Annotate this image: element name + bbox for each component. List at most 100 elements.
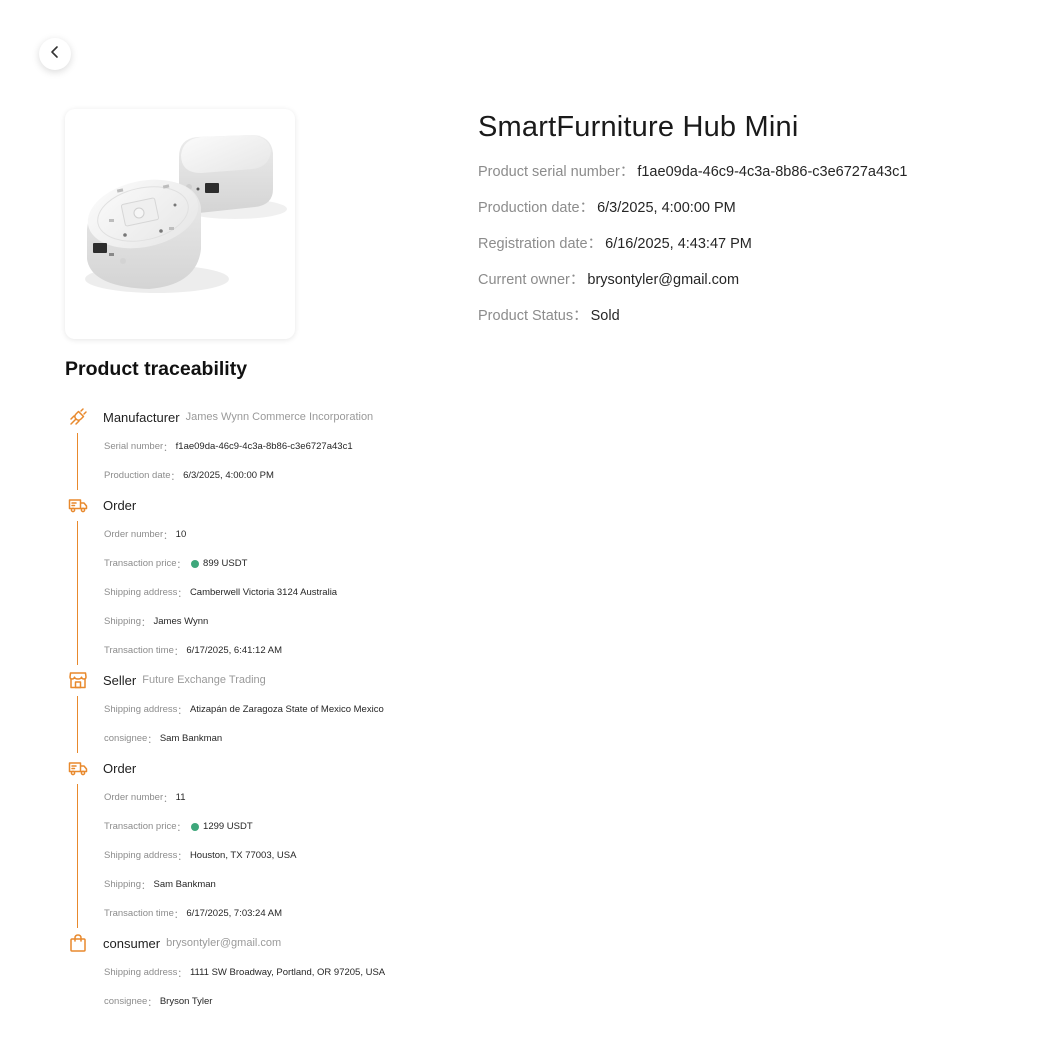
timeline-line	[77, 521, 78, 665]
product-title: SmartFurniture Hub Mini	[478, 111, 799, 143]
detail-row: Order number： 11	[104, 783, 485, 812]
info-label: Production date	[478, 200, 580, 216]
detail-row: Shipping： Sam Bankman	[104, 870, 485, 899]
info-row-registration-date: Registration date： 6/16/2025, 4:43:47 PM	[478, 234, 1018, 270]
timeline-step-seller: Seller Future Exchange Trading Shipping …	[65, 665, 485, 753]
timeline-step-header: consumer brysontyler@gmail.com	[65, 928, 485, 958]
separator: ：	[170, 471, 181, 483]
section-title-traceability: Product traceability	[65, 358, 248, 380]
separator: ：	[177, 968, 187, 980]
truck-icon	[67, 494, 89, 516]
detail-row: Shipping address： Houston, TX 77003, USA	[104, 841, 485, 870]
separator: ：	[177, 588, 187, 600]
detail-label: Order number	[104, 529, 164, 540]
usdt-coin-icon	[191, 822, 200, 831]
detail-row: consignee： Sam Bankman	[104, 724, 485, 753]
detail-value: 899 USDT	[203, 558, 248, 569]
info-row-serial-number: Product serial number： f1ae09da-46c9-4c3a…	[478, 162, 1018, 198]
detail-value: Houston, TX 77003, USA	[189, 850, 297, 861]
detail-label: Serial number	[104, 441, 164, 452]
detail-label: Shipping address	[104, 704, 178, 715]
detail-row: Transaction time： 6/17/2025, 6:41:12 AM	[104, 636, 485, 665]
separator: ：	[587, 236, 603, 252]
separator: ：	[176, 822, 187, 834]
separator: ：	[173, 646, 184, 658]
separator: ：	[569, 272, 585, 288]
timeline-step-order: Order Order number： 11 Transaction price：…	[65, 753, 485, 928]
detail-label: Transaction time	[104, 645, 174, 656]
detail-value: Atizapán de Zaragoza State of Mexico Mex…	[189, 704, 384, 715]
timeline-step-subtitle: brysontyler@gmail.com	[166, 937, 282, 949]
separator: ：	[147, 997, 157, 1009]
detail-label: Transaction price	[104, 821, 177, 832]
info-row-current-owner: Current owner： brysontyler@gmail.com	[478, 270, 1018, 306]
detail-label: Shipping address	[104, 587, 178, 598]
separator: ：	[140, 880, 151, 892]
detail-value: 10	[175, 529, 187, 540]
product-image	[65, 109, 295, 339]
separator: ：	[177, 705, 187, 717]
timeline-step-details: Shipping address： Atizapán de Zaragoza St…	[65, 695, 485, 753]
detail-row: Serial number： f1ae09da-46c9-4c3a-8b86-c3…	[104, 432, 485, 461]
timeline-step-title: consumer	[103, 935, 161, 951]
info-label: Registration date	[478, 236, 588, 252]
detail-label: Shipping	[104, 879, 141, 890]
detail-value: 11	[175, 792, 186, 803]
separator: ：	[163, 530, 173, 542]
timeline-step-subtitle: James Wynn Commerce Incorporation	[185, 411, 374, 423]
detail-label: Production date	[104, 470, 171, 481]
detail-label: Transaction time	[104, 908, 174, 919]
timeline-step-header: Manufacturer James Wynn Commerce Incorpo…	[65, 402, 485, 432]
info-label: Product Status	[478, 308, 574, 324]
detail-row: Order number： 10	[104, 520, 485, 549]
detail-row: Transaction price： 899 USDT	[104, 549, 485, 578]
detail-row: Shipping address： Atizapán de Zaragoza St…	[104, 695, 485, 724]
timeline-step-title: Seller	[103, 672, 137, 688]
info-label: Product serial number	[478, 164, 620, 180]
separator: ：	[619, 164, 635, 180]
detail-value: 1111 SW Broadway, Portland, OR 97205, US…	[189, 967, 386, 978]
timeline-step-title: Order	[103, 497, 137, 513]
separator: ：	[573, 308, 588, 324]
timeline-step-title: Manufacturer	[103, 409, 180, 425]
product-info-panel: SmartFurniture Hub Mini Product serial n…	[478, 110, 1018, 342]
detail-value: f1ae09da-46c9-4c3a-8b86-c3e6727a43c1	[175, 441, 353, 452]
traceability-timeline: Manufacturer James Wynn Commerce Incorpo…	[65, 402, 485, 1016]
detail-value: Camberwell Victoria 3124 Australia	[189, 587, 338, 598]
timeline-step-details: Order number： 11 Transaction price： 1299 U…	[65, 783, 485, 928]
detail-value: James Wynn	[153, 616, 209, 627]
detail-label: Shipping	[104, 616, 141, 627]
timeline-step-details: Shipping address： 1111 SW Broadway, Portl…	[65, 958, 485, 1016]
product-info-list: Product serial number： f1ae09da-46c9-4c3a…	[478, 162, 1018, 342]
separator: ：	[177, 851, 187, 863]
timeline-step-manufacturer: Manufacturer James Wynn Commerce Incorpo…	[65, 402, 485, 490]
separator: ：	[140, 617, 151, 629]
timeline-step-details: Order number： 10 Transaction price： 899 US…	[65, 520, 485, 665]
detail-row: Shipping address： Camberwell Victoria 312…	[104, 578, 485, 607]
timeline-step-consumer: consumer brysontyler@gmail.com Shipping …	[65, 928, 485, 1016]
usdt-coin-icon	[191, 559, 200, 568]
detail-label: Transaction price	[104, 558, 177, 569]
detail-row: Shipping address： 1111 SW Broadway, Portl…	[104, 958, 485, 987]
detail-label: Order number	[104, 792, 164, 803]
timeline-step-details: Serial number ： f1ae09da-46c9-4c3a-8b86-c3…	[65, 432, 485, 490]
separator: ：	[163, 793, 173, 805]
info-value: brysontyler@gmail.com	[587, 272, 740, 288]
separator: ：	[579, 200, 595, 216]
timeline-step-header: Order	[65, 490, 485, 520]
info-value: f1ae09da-46c9-4c3a-8b86-c3e6727a43c1	[637, 164, 908, 180]
truck-icon	[67, 757, 89, 779]
store-icon	[67, 669, 89, 691]
detail-label: consignee	[104, 733, 148, 744]
timeline-step-header: Order	[65, 753, 485, 783]
timeline-line	[77, 784, 78, 928]
detail-value: Sam Bankman	[153, 879, 216, 890]
info-row-product-status: Product Status： Sold	[478, 306, 1018, 342]
detail-label: Shipping address	[104, 967, 178, 978]
plug-icon	[67, 406, 89, 428]
shopping-bag-icon	[67, 932, 89, 954]
chevron-left-icon	[48, 45, 62, 64]
back-button[interactable]	[39, 38, 71, 70]
detail-value: Sam Bankman	[159, 733, 223, 744]
detail-label: consignee	[104, 996, 148, 1007]
